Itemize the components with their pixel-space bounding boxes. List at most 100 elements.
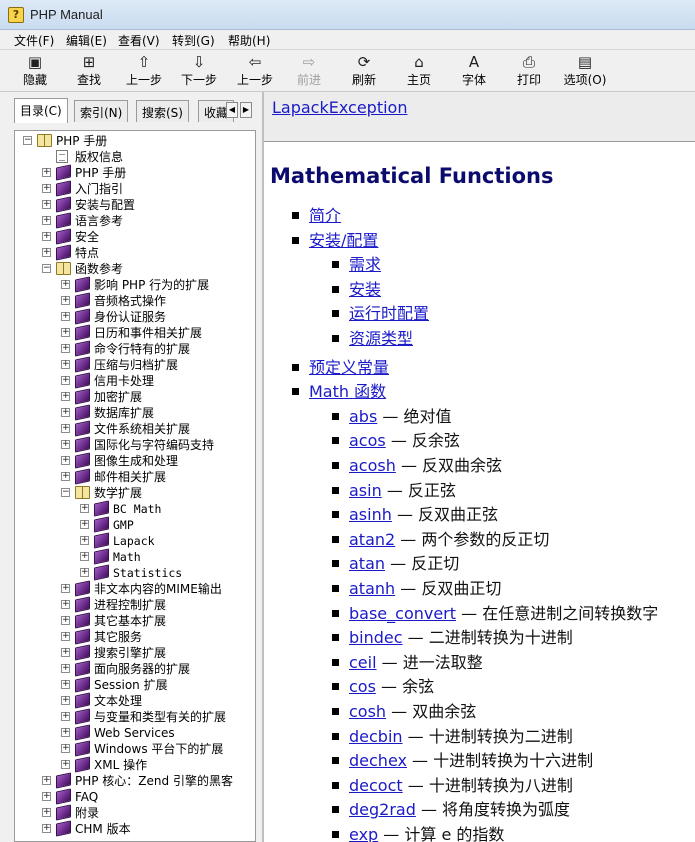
content-link[interactable]: ceil [349,653,377,672]
tree-item[interactable]: + Lapack [15,532,255,549]
tree-item[interactable]: + 进程控制扩展 [15,596,255,613]
content-link[interactable]: asin [349,481,382,500]
tree-item[interactable]: + 邮件相关扩展 [15,468,255,485]
tab-0[interactable]: 目录(C) [14,98,68,123]
tree-item[interactable]: + 文本处理 [15,692,255,709]
content-link[interactable]: 需求 [349,255,381,274]
tree-item[interactable]: + PHP 手册 [15,164,255,181]
expand-icon[interactable]: + [61,648,70,657]
toolbar-button-9[interactable]: ⎙ 打印 [502,52,556,90]
toolbar-button-7[interactable]: ⌂ 主页 [392,52,446,90]
tree-item[interactable]: + 其它基本扩展 [15,612,255,629]
tree-item[interactable]: + Math [15,548,255,565]
expand-icon[interactable]: + [42,824,51,833]
tree-item[interactable]: + BC Math [15,500,255,517]
tree-item[interactable]: + 搜索引擎扩展 [15,644,255,661]
content-link[interactable]: 运行时配置 [349,304,429,323]
collapse-icon[interactable]: − [61,488,70,497]
tree-item[interactable]: + 特点 [15,244,255,261]
content-link[interactable]: 预定义常量 [309,358,389,377]
expand-icon[interactable]: + [61,760,70,769]
tree-item[interactable]: + 信用卡处理 [15,372,255,389]
tree-item[interactable]: + 安全 [15,228,255,245]
content-link[interactable]: abs [349,407,377,426]
tree-item[interactable]: − 数学扩展 [15,485,255,501]
expand-icon[interactable]: + [80,536,89,545]
content-link[interactable]: asinh [349,505,392,524]
tree-item[interactable]: + 影响 PHP 行为的扩展 [15,276,255,293]
expand-icon[interactable]: + [61,440,70,449]
tree-item[interactable]: + CHM 版本 [15,820,255,837]
content-link[interactable]: cos [349,677,376,696]
expand-icon[interactable]: + [61,712,70,721]
expand-icon[interactable]: + [61,680,70,689]
toolbar-button-2[interactable]: ⇧ 上一步 [117,52,171,90]
expand-icon[interactable]: + [42,200,51,209]
expand-icon[interactable]: + [42,232,51,241]
collapse-icon[interactable]: − [42,264,51,273]
tree-item[interactable]: + 国际化与字符编码支持 [15,436,255,453]
expand-icon[interactable]: + [61,392,70,401]
content-link[interactable]: atan [349,554,385,573]
expand-icon[interactable]: + [42,184,51,193]
tree-item[interactable]: + GMP [15,516,255,533]
expand-icon[interactable]: + [61,360,70,369]
content-link[interactable]: exp [349,825,378,842]
toolbar-button-0[interactable]: ▣ 隐藏 [8,52,62,90]
expand-icon[interactable]: + [61,344,70,353]
tree-item[interactable]: − 函数参考 [15,261,255,277]
tab-2[interactable]: 搜索(S) [136,100,189,122]
content-link[interactable]: 安装/配置 [309,231,378,250]
tree-item[interactable]: + 其它服务 [15,628,255,645]
tree-item[interactable]: + 附录 [15,804,255,821]
content-link[interactable]: dechex [349,751,407,770]
content-link[interactable]: acosh [349,456,396,475]
tree-item[interactable]: + 面向服务器的扩展 [15,660,255,677]
expand-icon[interactable]: + [42,808,51,817]
tab-scroll-left-icon[interactable]: ◀ [226,102,238,118]
expand-icon[interactable]: + [61,728,70,737]
menu-item-1[interactable]: 编辑(E) [62,32,111,49]
expand-icon[interactable]: + [61,376,70,385]
tree-item[interactable]: + 语言参考 [15,212,255,229]
tree-item[interactable]: + FAQ [15,788,255,805]
tree-item[interactable]: + XML 操作 [15,756,255,773]
prev-topic-link[interactable]: LapackException [272,98,407,117]
expand-icon[interactable]: + [42,248,51,257]
tree-item[interactable]: + 与变量和类型有关的扩展 [15,708,255,725]
expand-icon[interactable]: + [61,744,70,753]
tree-item[interactable]: − PHP 手册 [15,133,255,149]
content-link[interactable]: decoct [349,776,403,795]
content-link[interactable]: bindec [349,628,403,647]
toolbar-button-1[interactable]: ⊞ 查找 [62,52,116,90]
tree-item[interactable]: + 音频格式操作 [15,292,255,309]
expand-icon[interactable]: + [42,216,51,225]
tree-item[interactable]: + Statistics [15,564,255,581]
tree-item[interactable]: + 数据库扩展 [15,404,255,421]
content-link[interactable]: 安装 [349,280,381,299]
expand-icon[interactable]: + [61,312,70,321]
expand-icon[interactable]: + [61,616,70,625]
expand-icon[interactable]: + [61,600,70,609]
content-link[interactable]: decbin [349,727,403,746]
expand-icon[interactable]: + [42,792,51,801]
expand-icon[interactable]: + [61,456,70,465]
toolbar-button-4[interactable]: ⇦ 上一步 [228,52,282,90]
expand-icon[interactable]: + [61,664,70,673]
tree-item[interactable]: + Web Services [15,724,255,741]
tree-item[interactable]: 版权信息 [15,149,255,165]
collapse-icon[interactable]: − [23,136,32,145]
tree-item[interactable]: + 安装与配置 [15,196,255,213]
menu-item-3[interactable]: 转到(G) [168,32,219,49]
toolbar-button-3[interactable]: ⇩ 下一步 [172,52,226,90]
tab-1[interactable]: 索引(N) [74,100,129,122]
tree-item[interactable]: + Windows 平台下的扩展 [15,740,255,757]
expand-icon[interactable]: + [61,584,70,593]
tree-item[interactable]: + PHP 核心：Zend 引擎的黑客 [15,772,255,789]
content-link[interactable]: cosh [349,702,386,721]
tree-item[interactable]: + 压缩与归档扩展 [15,356,255,373]
expand-icon[interactable]: + [42,168,51,177]
tree-item[interactable]: + 身份认证服务 [15,308,255,325]
expand-icon[interactable]: + [61,424,70,433]
content-link[interactable]: deg2rad [349,800,416,819]
